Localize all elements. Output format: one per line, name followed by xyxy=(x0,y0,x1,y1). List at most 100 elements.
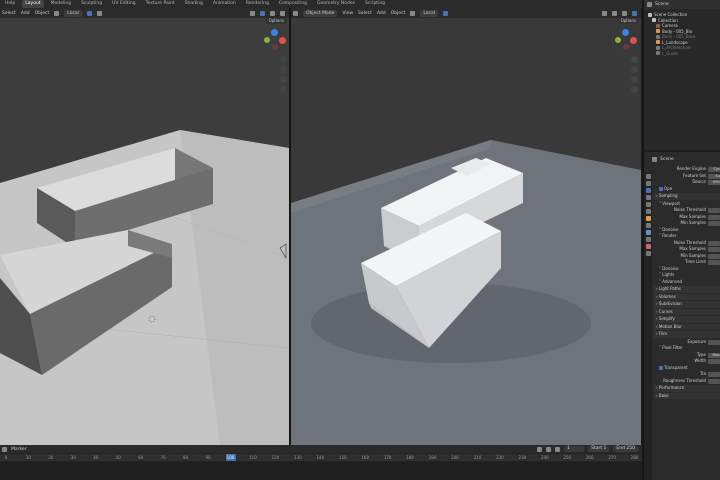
shading-rendered-icon[interactable] xyxy=(632,10,637,16)
property-value-field[interactable]: GPU xyxy=(708,180,720,185)
properties-tab-icon[interactable] xyxy=(645,251,651,256)
property-value-field[interactable] xyxy=(708,339,720,345)
perspective-toggle-icon[interactable] xyxy=(631,86,638,93)
properties-tab-icon[interactable] xyxy=(645,195,651,200)
left-3d-viewport[interactable]: Options xyxy=(0,18,289,445)
gizmo-neg-x-icon[interactable] xyxy=(623,44,629,50)
camera-view-icon[interactable] xyxy=(631,76,638,83)
properties-tab-icon[interactable] xyxy=(645,223,651,228)
right-3d-viewport[interactable]: Options xyxy=(291,18,641,445)
property-value-field[interactable] xyxy=(708,378,720,384)
panel-header[interactable]: › Curves xyxy=(654,308,720,315)
panel-header[interactable]: › Volumes xyxy=(654,293,720,300)
checkbox-row[interactable]: Ope xyxy=(654,186,720,193)
options-dropdown[interactable]: Options xyxy=(617,18,639,24)
property-field-row[interactable]: Roughness Threshold xyxy=(654,378,720,385)
workspace-tab-scripting[interactable]: Scripting xyxy=(362,0,388,8)
property-value-field[interactable] xyxy=(708,208,720,213)
snap-icon[interactable] xyxy=(442,10,448,16)
play-icon[interactable] xyxy=(546,446,552,452)
transform-orientation-dropdown[interactable]: Local xyxy=(64,9,82,17)
navigation-gizmo[interactable] xyxy=(615,29,637,51)
property-value-field[interactable] xyxy=(708,253,720,259)
panel-header[interactable]: › Bake xyxy=(654,392,720,399)
properties-tab-icon[interactable] xyxy=(645,202,651,207)
workspace-tab-sculpting[interactable]: Sculpting xyxy=(78,0,105,8)
property-value-field[interactable]: Su xyxy=(708,173,720,179)
workspace-tab-help[interactable]: Help xyxy=(2,0,18,8)
gizmo-x-icon[interactable] xyxy=(630,37,637,44)
timeline-track-area[interactable] xyxy=(0,462,642,480)
transform-icon[interactable] xyxy=(410,10,416,16)
workspace-tab-shading[interactable]: Shading xyxy=(182,0,206,8)
gizmo-z-icon[interactable] xyxy=(271,29,278,36)
checkbox[interactable] xyxy=(659,365,663,370)
zoom-icon[interactable] xyxy=(280,56,287,63)
shading-material-icon[interactable] xyxy=(622,10,627,16)
properties-tab-icon[interactable] xyxy=(645,237,651,242)
timeline-editor[interactable]: Marker 1 Start 1 End 250 0 10 20 30 40 50 60 70… xyxy=(0,445,642,480)
properties-tab-icon[interactable] xyxy=(645,230,651,235)
panel-header[interactable]: › Sampling xyxy=(654,193,720,200)
overlay-icon[interactable] xyxy=(602,10,607,16)
workspace-tab-texture-paint[interactable]: Texture Paint xyxy=(143,0,178,8)
property-value-field[interactable] xyxy=(708,240,720,246)
playhead[interactable]: 100 xyxy=(225,454,236,461)
header-item-add[interactable]: Add xyxy=(21,11,30,16)
properties-tab-icon[interactable] xyxy=(645,216,651,221)
gizmo-z-icon[interactable] xyxy=(622,29,629,36)
snap-icon[interactable] xyxy=(86,10,92,16)
header-item-select[interactable]: Select xyxy=(358,11,372,16)
subpanel-header[interactable]: ˅ Advanced xyxy=(654,279,720,286)
proportional-icon[interactable] xyxy=(96,10,102,16)
property-value-field[interactable] xyxy=(708,359,720,364)
properties-tab-icon[interactable] xyxy=(645,209,651,214)
property-value-field[interactable] xyxy=(708,247,720,252)
properties-tab-icon[interactable] xyxy=(645,174,651,179)
property-value-field[interactable] xyxy=(708,372,720,377)
panel-header[interactable]: › Film xyxy=(654,331,720,338)
options-dropdown[interactable]: Options xyxy=(265,18,287,24)
end-frame-field[interactable]: End 250 xyxy=(613,446,638,452)
outliner-row[interactable]: L_Guide xyxy=(648,51,720,57)
outliner-display-icon[interactable] xyxy=(647,2,652,7)
shading-solid-icon[interactable] xyxy=(260,10,265,16)
pan-hand-icon[interactable] xyxy=(280,66,287,73)
editor-type-icon[interactable] xyxy=(2,446,7,452)
workspace-tab-layout[interactable]: Layout xyxy=(22,0,44,8)
header-item-object[interactable]: Object xyxy=(35,11,50,16)
property-value-field[interactable] xyxy=(708,260,720,265)
panel-header[interactable]: › Performance xyxy=(654,385,720,392)
workspace-tab-modeling[interactable]: Modeling xyxy=(48,0,74,8)
navigation-gizmo[interactable] xyxy=(264,29,286,51)
header-item-select[interactable]: Select xyxy=(2,11,16,16)
gizmo-x-icon[interactable] xyxy=(279,37,286,44)
object-mode-dropdown[interactable]: Object Mode xyxy=(303,9,338,17)
panel-header[interactable]: › Simplify xyxy=(654,316,720,323)
timeline-ruler[interactable]: 0 10 20 30 40 50 60 70 80 90 100 110 120 130 140 150 160… xyxy=(0,454,642,461)
property-value-field[interactable]: Cyc xyxy=(708,167,720,172)
pan-hand-icon[interactable] xyxy=(631,66,638,73)
jump-start-icon[interactable] xyxy=(537,446,543,452)
current-frame-field[interactable]: 1 xyxy=(564,446,585,452)
camera-view-icon[interactable] xyxy=(280,76,287,83)
start-frame-field[interactable]: Start 1 xyxy=(588,446,610,452)
shading-solid-icon[interactable] xyxy=(612,10,617,16)
zoom-icon[interactable] xyxy=(631,56,638,63)
gizmo-y-icon[interactable] xyxy=(615,37,621,43)
properties-tab-icon[interactable] xyxy=(645,244,651,249)
shading-rendered-icon[interactable] xyxy=(280,10,285,16)
properties-tab-icon[interactable] xyxy=(645,188,651,193)
shading-material-icon[interactable] xyxy=(270,10,275,16)
toolbar-toggle-icon[interactable] xyxy=(294,19,300,25)
workspace-tab-animation[interactable]: Animation xyxy=(210,0,239,8)
gizmo-y-icon[interactable] xyxy=(264,37,270,43)
gizmo-neg-x-icon[interactable] xyxy=(272,44,278,50)
property-value-field[interactable] xyxy=(708,221,720,226)
panel-header[interactable]: › Light Paths xyxy=(654,286,720,293)
perspective-toggle-icon[interactable] xyxy=(280,86,287,93)
workspace-tab-geometry-nodes[interactable]: Geometry Nodes xyxy=(314,0,358,8)
property-value-field[interactable] xyxy=(708,214,720,220)
workspace-tab-uv-editing[interactable]: UV Editing xyxy=(109,0,138,8)
transform-icon[interactable] xyxy=(54,10,60,16)
